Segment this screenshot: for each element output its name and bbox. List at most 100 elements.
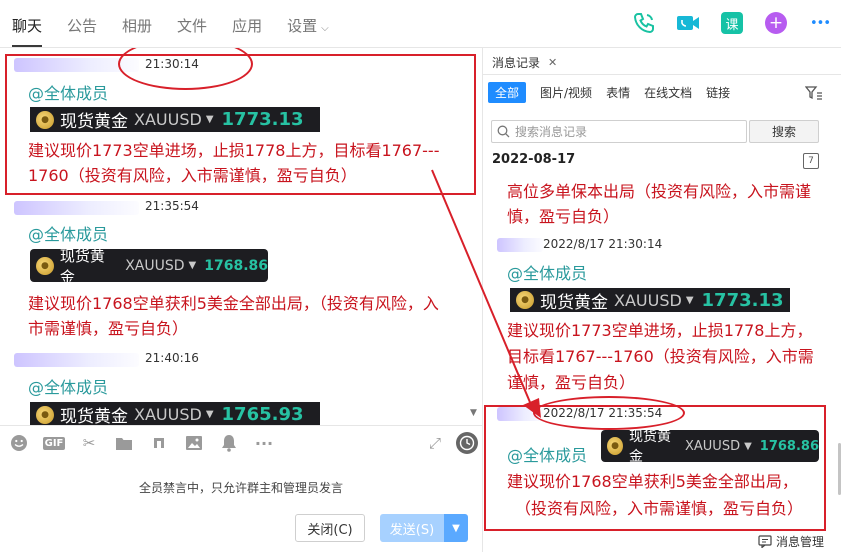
gold-logo-icon: ● xyxy=(516,291,534,309)
music-icon-svg xyxy=(154,438,164,448)
history-clock-icon[interactable] xyxy=(456,432,478,454)
quote-symbol: XAUUSD xyxy=(614,290,682,310)
quote-price: 1768.86 xyxy=(204,257,268,274)
caret-down-icon: ▼ xyxy=(188,260,197,271)
chat-message-area[interactable]: 21:30:14 @全体成员 ● 现货黄金 XAUUSD ▼ 1773.13 建… xyxy=(0,48,482,425)
emoji-icon-svg xyxy=(11,435,27,451)
message-text-line: 建议现价1773空单进场，止损1778上方， xyxy=(507,321,813,340)
input-toolbar: GIF ✂ ··· ⤢ xyxy=(0,425,482,460)
message-manage-icon xyxy=(758,535,772,548)
sender-name-blurred xyxy=(14,201,139,215)
search-input[interactable] xyxy=(515,124,735,139)
caret-down-icon: ▼ xyxy=(685,294,694,306)
video-call-icon-svg xyxy=(677,16,699,30)
add-icon[interactable]: + xyxy=(763,10,789,36)
message-text-line: 目标看1767---1760（投资有风险，入市需 xyxy=(507,347,814,366)
image-icon[interactable] xyxy=(184,433,204,453)
mute-notice: 全员禁言中，只允许群主和管理员发言 xyxy=(138,481,343,495)
gif-icon-label: GIF xyxy=(42,436,66,450)
course-icon-label: 课 xyxy=(725,17,739,33)
filter-links[interactable]: 链接 xyxy=(706,82,730,103)
emoji-icon[interactable] xyxy=(9,433,29,453)
chevron-down-icon: ⌵ xyxy=(321,23,329,34)
send-options-chevron-icon[interactable]: ▼ xyxy=(444,514,468,542)
bell-icon-svg xyxy=(222,435,236,452)
send-button[interactable]: 发送(S) xyxy=(380,514,444,542)
phone-icon-svg xyxy=(633,13,654,34)
more-icon[interactable]: ··· xyxy=(254,433,274,453)
top-tab-bar: 聊天 公告 相册 文件 应用 设置 ⌵ 课 + ••• xyxy=(0,0,841,48)
message-text-line: 谨慎，盈亏自负） xyxy=(507,373,636,392)
bell-icon[interactable] xyxy=(219,433,239,453)
quote-symbol: XAUUSD xyxy=(134,405,202,424)
phone-icon[interactable] xyxy=(631,10,657,36)
filter-icon[interactable] xyxy=(804,85,823,105)
gold-logo-icon: ● xyxy=(36,405,54,424)
course-icon[interactable]: 课 xyxy=(719,10,745,36)
tab-apps-label: 应用 xyxy=(232,17,263,35)
mention-all[interactable]: @全体成员 xyxy=(28,374,108,398)
video-call-icon[interactable] xyxy=(675,10,701,36)
music-icon[interactable] xyxy=(149,433,169,453)
message-text: 建议现价1768空单获利5美金全部出局，（投资有风险，入 市需谨慎，盈亏自负） xyxy=(28,291,439,341)
gif-icon[interactable]: GIF xyxy=(42,433,66,453)
mention-all[interactable]: @全体成员 xyxy=(507,260,587,284)
message-text-line: 高位多单保本出局（投资有风险，入市需谨 xyxy=(507,182,812,201)
tab-chat[interactable]: 聊天 xyxy=(12,0,43,48)
calendar-icon-label: 7 xyxy=(808,156,814,166)
sender-name-blurred xyxy=(14,353,139,367)
folder-icon[interactable] xyxy=(114,433,134,453)
more-icon-label: ··· xyxy=(254,433,274,453)
gold-quote-card[interactable]: ● 现货黄金 XAUUSD ▼ 1773.13 xyxy=(510,288,790,313)
close-button[interactable]: 关闭(C) xyxy=(295,514,365,542)
filter-docs[interactable]: 在线文档 xyxy=(644,82,692,103)
history-tab[interactable]: 消息记录 ✕ xyxy=(492,54,557,71)
tab-album[interactable]: 相册 xyxy=(122,0,152,48)
search-icon xyxy=(497,125,510,138)
chat-message: 21:35:54 @全体成员 ● 现货黄金 XAUUSD ▼ 1768.86 建… xyxy=(0,198,480,353)
history-tab-label: 消息记录 xyxy=(492,56,541,70)
add-badge: + xyxy=(765,12,787,34)
tab-files-label: 文件 xyxy=(177,17,208,35)
history-search-field[interactable] xyxy=(491,120,747,143)
filter-media[interactable]: 图片/视频 xyxy=(540,82,592,103)
message-text-line: 慎，盈亏自负） xyxy=(507,207,620,226)
caret-down-icon: ▼ xyxy=(205,409,214,420)
message-text-line: 市需谨慎，盈亏自负） xyxy=(28,319,189,338)
more-icon[interactable]: ••• xyxy=(807,10,833,36)
scroll-down-icon[interactable]: ▼ xyxy=(470,408,477,418)
close-icon[interactable]: ✕ xyxy=(548,56,557,69)
image-icon-svg xyxy=(186,436,202,450)
history-filters: 全部 图片/视频 表情 在线文档 链接 xyxy=(488,82,730,103)
folder-icon-svg xyxy=(116,438,132,450)
mention-all[interactable]: @全体成员 xyxy=(28,221,108,245)
quote-name: 现货黄金 xyxy=(60,407,128,425)
filter-all[interactable]: 全部 xyxy=(488,82,527,103)
sender-name-blurred xyxy=(497,238,543,252)
tab-settings[interactable]: 设置 ⌵ xyxy=(287,0,329,48)
gold-quote-card[interactable]: ● 现货黄金 XAUUSD ▼ 1768.86 xyxy=(30,247,268,286)
message-text-line: 建议现价1768空单获利5美金全部出局，（投资有风险，入 xyxy=(28,294,439,313)
quote-name: 现货黄金 xyxy=(540,292,608,313)
message-management-label: 消息管理 xyxy=(775,535,824,549)
tab-underline xyxy=(483,74,841,75)
expand-icon[interactable]: ⤢ xyxy=(425,433,445,453)
scissors-icon[interactable]: ✂ xyxy=(79,433,99,453)
tab-files[interactable]: 文件 xyxy=(177,0,207,48)
tab-chat-label: 聊天 xyxy=(12,17,43,35)
main-tabs: 聊天 公告 相册 文件 应用 设置 ⌵ xyxy=(12,0,354,48)
tab-album-label: 相册 xyxy=(122,17,153,35)
gold-quote-card[interactable]: ● 现货黄金 XAUUSD ▼ 1765.93 xyxy=(30,402,320,425)
search-button[interactable]: 搜索 xyxy=(749,120,819,143)
message-time: 21:40:16 xyxy=(145,351,199,365)
calendar-icon[interactable]: 7 xyxy=(803,153,819,169)
tab-announcement[interactable]: 公告 xyxy=(67,0,97,48)
filter-icon-svg xyxy=(804,86,822,100)
more-icon-label: ••• xyxy=(809,15,831,31)
tab-announcement-label: 公告 xyxy=(67,17,98,35)
message-management-button[interactable]: 消息管理 xyxy=(758,533,824,550)
tab-apps[interactable]: 应用 xyxy=(232,0,262,48)
quote-symbol: XAUUSD xyxy=(125,257,185,274)
filter-stickers[interactable]: 表情 xyxy=(606,82,630,103)
quote-price: 1773.13 xyxy=(701,289,784,311)
